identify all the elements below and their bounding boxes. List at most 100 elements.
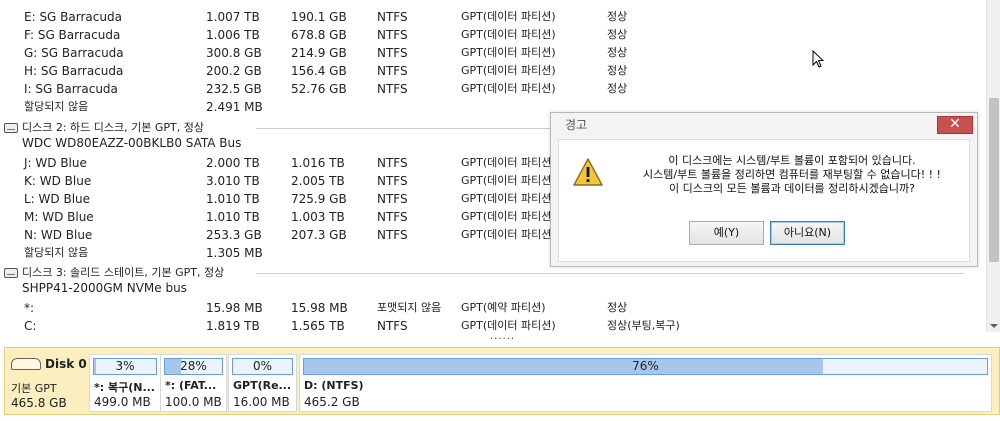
table-row[interactable]: G: SG Barracuda 300.8 GB 214.9 GB NTFS G… <box>0 44 986 62</box>
disk-map[interactable]: Disk 0 기본 GPT 465.8 GB 3% *: 복구(N... 499… <box>4 347 1000 415</box>
partition-name: 할당되지 않음 <box>24 246 89 259</box>
partition-used: 678.8 GB <box>291 28 347 42</box>
partition-size: 499.0 MB <box>94 395 151 409</box>
partition-capacity: 2.491 MB <box>206 100 263 114</box>
partition-name: E: SG Barracuda <box>24 10 122 24</box>
partition-filesystem: NTFS <box>377 46 408 60</box>
partition-type: GPT(데이터 파티션) <box>461 46 556 59</box>
partition-capacity: 15.98 MB <box>206 301 263 315</box>
partition-type: GPT(데이터 파티션) <box>461 64 556 77</box>
partition-status: 정상 <box>607 64 628 77</box>
warning-triangle-icon <box>573 158 603 186</box>
message-line: 이 디스크의 모든 볼륨과 데이터를 정리하시겠습니까? <box>669 182 915 195</box>
partition-block[interactable]: 76% D: (NTFS) 465.2 GB <box>299 354 992 412</box>
partition-used: 1.016 TB <box>291 156 345 170</box>
dialog-title: 경고 <box>565 118 588 132</box>
usage-percent: 76% <box>632 359 659 373</box>
partition-capacity: 1.006 TB <box>206 28 260 42</box>
warning-dialog: 경고 ✕ 이 디스크에는 시스템/부트 볼륨이 포함되어 있습니다. 시스템/부… <box>550 112 978 267</box>
partition-label: GPT(Re... <box>233 379 292 392</box>
more-indicator: ...... <box>490 331 516 340</box>
message-line: 시스템/부트 볼륨을 정리하면 컴퓨터를 재부팅할 수 없습니다! ! ! <box>643 168 941 181</box>
partition-name: *: <box>24 301 35 315</box>
partition-used: 207.3 GB <box>291 228 347 242</box>
partition-capacity: 300.8 GB <box>206 46 262 60</box>
usage-bar: 76% <box>303 358 988 375</box>
usage-percent: 0% <box>252 359 273 373</box>
partition-name: G: SG Barracuda <box>24 46 124 60</box>
disk-info[interactable]: Disk 0 기본 GPT 465.8 GB <box>11 354 89 412</box>
yes-button[interactable]: 예(Y) <box>689 221 764 245</box>
divider <box>256 273 964 274</box>
usage-percent: 28% <box>180 359 207 373</box>
partition-type: GPT(데이터 파티션) <box>461 82 556 95</box>
partition-used: 52.76 GB <box>291 82 347 96</box>
partition-used: 156.4 GB <box>291 64 347 78</box>
partition-block[interactable]: 3% *: 복구(N... 499.0 MB <box>89 354 161 412</box>
partition-filesystem: NTFS <box>377 28 408 42</box>
partition-name: N: WD Blue <box>24 228 93 242</box>
partition-type: GPT(데이터 파티션 <box>461 174 552 187</box>
partition-capacity: 1.819 TB <box>206 319 260 333</box>
partition-name: K: WD Blue <box>24 174 92 188</box>
partition-status: 정상(부팅,복구) <box>607 319 680 332</box>
disk-model: SHPP41-2000GM NVMe bus <box>22 281 187 295</box>
usage-bar: 0% <box>232 358 293 375</box>
scrollbar-thumb[interactable] <box>989 98 999 262</box>
close-button[interactable]: ✕ <box>937 116 973 134</box>
partition-capacity: 3.010 TB <box>206 174 260 188</box>
partition-type: GPT(데이터 파티션 <box>461 156 552 169</box>
partition-filesystem: 포맷되지 않음 <box>377 301 442 314</box>
partition-capacity: 200.2 GB <box>206 64 262 78</box>
hard-disk-icon <box>4 123 18 133</box>
table-row[interactable]: F: SG Barracuda 1.006 TB 678.8 GB NTFS G… <box>0 26 986 44</box>
partition-name: C: <box>24 319 37 333</box>
no-button[interactable]: 아니요(N) <box>770 221 845 245</box>
partition-used: 1.003 TB <box>291 210 345 224</box>
partition-name: M: WD Blue <box>24 210 94 224</box>
partition-filesystem: NTFS <box>377 156 408 170</box>
partition-used: 2.005 TB <box>291 174 345 188</box>
partition-capacity: 1.010 TB <box>206 192 260 206</box>
usage-bar: 28% <box>164 358 223 375</box>
partition-filesystem: NTFS <box>377 174 408 188</box>
table-row[interactable]: I: SG Barracuda 232.5 GB 52.76 GB NTFS G… <box>0 80 986 98</box>
scroll-down-arrow-icon[interactable] <box>990 324 998 328</box>
partition-status: 정상 <box>607 46 628 59</box>
table-row[interactable]: H: SG Barracuda 200.2 GB 156.4 GB NTFS G… <box>0 62 986 80</box>
partition-block[interactable]: 28% *: (FAT... 100.0 MB <box>160 354 227 412</box>
partition-used: 214.9 GB <box>291 46 347 60</box>
partition-name: L: WD Blue <box>24 192 91 206</box>
partition-name: 할당되지 않음 <box>24 100 89 113</box>
partition-capacity: 1.007 TB <box>206 10 260 24</box>
disk-type: 기본 GPT <box>11 382 57 395</box>
partition-status: 정상 <box>607 28 628 41</box>
usage-bar: 3% <box>93 358 157 375</box>
partition-size: 465.2 GB <box>304 395 360 409</box>
partition-size: 100.0 MB <box>165 395 222 409</box>
partition-filesystem: NTFS <box>377 82 408 96</box>
partition-filesystem: NTFS <box>377 228 408 242</box>
partition-block[interactable]: 0% GPT(Re... 16.00 MB <box>228 354 297 412</box>
table-row[interactable]: *: 15.98 MB 15.98 MB 포맷되지 않음 GPT(예약 파티션)… <box>0 299 986 317</box>
partition-type: GPT(데이터 파티션 <box>461 210 552 223</box>
partition-used: 190.1 GB <box>291 10 347 24</box>
partition-type: GPT(예약 파티션) <box>461 301 546 314</box>
disk-size: 465.8 GB <box>11 396 67 410</box>
partition-filesystem: NTFS <box>377 64 408 78</box>
hard-disk-icon <box>4 268 18 278</box>
partition-label: *: 복구(N... <box>94 381 155 394</box>
hard-disk-icon <box>11 358 41 370</box>
partition-name: I: SG Barracuda <box>24 82 118 96</box>
partition-type: GPT(데이터 파티션) <box>461 10 556 23</box>
partition-filesystem: NTFS <box>377 192 408 206</box>
partition-filesystem: NTFS <box>377 10 408 24</box>
table-row[interactable]: E: SG Barracuda 1.007 TB 190.1 GB NTFS G… <box>0 8 986 26</box>
mouse-pointer-icon <box>812 50 825 68</box>
usage-percent: 3% <box>115 359 135 373</box>
dialog-message: 이 디스크에는 시스템/부트 볼륨이 포함되어 있습니다. 시스템/부트 볼륨을… <box>617 154 967 196</box>
disk-model: WDC WD80EAZZ-00BKLB0 SATA Bus <box>22 136 242 150</box>
vertical-scrollbar[interactable] <box>986 0 1000 332</box>
partition-capacity: 253.3 GB <box>206 228 262 242</box>
partition-type: GPT(데이터 파티션 <box>461 228 552 241</box>
